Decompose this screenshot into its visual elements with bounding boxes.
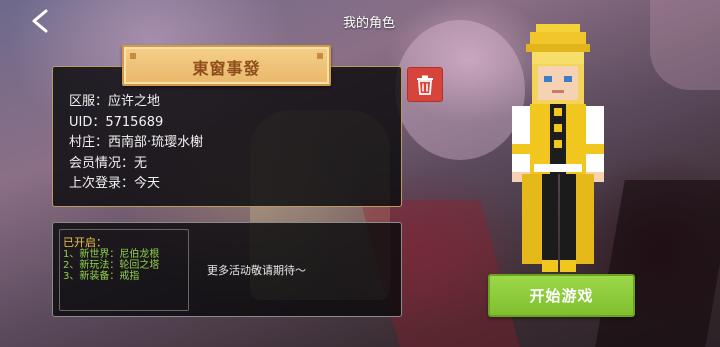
unlocked-features-panel: 已开启： 1、新世界：尼伯龙根 2、新玩法：轮回之塔 3、新装备：戒指 更多活动…	[52, 222, 402, 317]
trash-icon	[417, 75, 433, 95]
info-membership: 会员情况：无	[69, 155, 148, 171]
info-last-login: 上次登录：今天	[69, 176, 161, 191]
delete-character-button[interactable]	[407, 67, 443, 102]
list-item: 3、新装备：戒指	[63, 271, 140, 282]
unlocked-title: 已开启：	[63, 236, 107, 249]
list-item: 1、新世界：尼伯龙根	[63, 249, 160, 260]
unlocked-list: 1、新世界：尼伯龙根 2、新玩法：轮回之塔 3、新装备：戒指	[63, 249, 159, 282]
character-name: 東窗事發	[192, 59, 261, 78]
coming-soon-text: 更多活动敬请期待～	[207, 264, 306, 277]
list-item: 2、新玩法：轮回之塔	[63, 260, 160, 271]
info-uid: UID：5715689	[69, 114, 164, 130]
background-character-art	[650, 0, 720, 90]
character-avatar	[512, 24, 604, 272]
info-server: 区服：应许之地	[69, 94, 161, 109]
character-info-panel: 区服：应许之地 UID：5715689 村庄：西南部·琉璎水榭 会员情况：无 上…	[52, 66, 402, 207]
start-game-button[interactable]: 开始游戏	[488, 274, 635, 317]
character-name-banner: 東窗事發	[122, 45, 331, 86]
page-title: 我的角色	[342, 16, 395, 31]
character-info-list: 区服：应许之地 UID：5715689 村庄：西南部·琉璎水榭 会员情况：无 上…	[69, 92, 203, 195]
chevron-left-icon	[32, 9, 48, 33]
info-village: 村庄：西南部·琉璎水榭	[69, 135, 204, 150]
back-button[interactable]	[26, 6, 56, 36]
